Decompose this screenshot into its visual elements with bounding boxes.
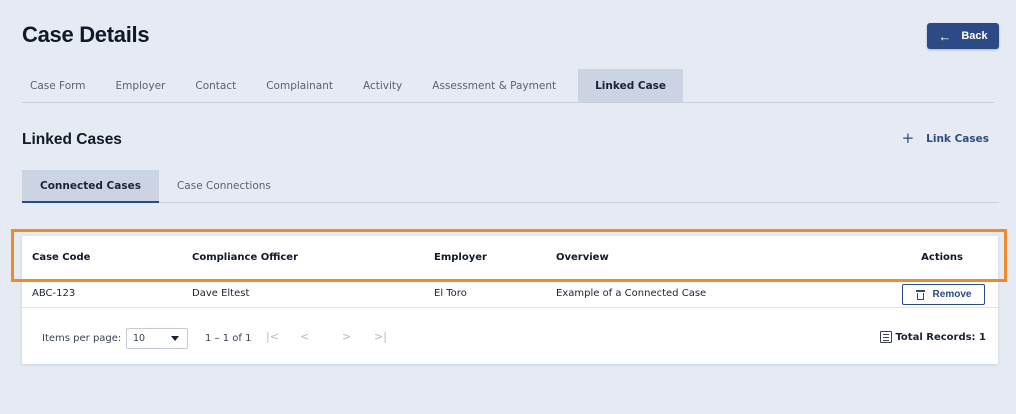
tab-activity[interactable]: Activity [355,69,410,102]
first-page-button[interactable]: |< [266,330,279,343]
tab-connected-cases[interactable]: Connected Cases [22,170,159,203]
tab-complainant[interactable]: Complainant [258,69,341,102]
pagination-range: 1 – 1 of 1 [205,333,252,344]
items-per-page-label: Items per page: [42,333,122,344]
tab-case-form[interactable]: Case Form [22,69,93,102]
case-tabs: Case Form Employer Contact Complainant A… [22,69,994,103]
cell-case-code: ABC-123 [32,288,76,299]
total-records: Total Records: 1 [880,331,986,343]
last-page-button[interactable]: >| [374,330,387,343]
column-header-case-code[interactable]: Case Code [32,252,90,263]
tab-employer[interactable]: Employer [107,69,173,102]
link-cases-button[interactable]: + Link Cases [902,131,989,146]
items-per-page-value: 10 [133,333,146,344]
link-cases-label: Link Cases [926,132,989,145]
cell-compliance-officer: Dave Eltest [192,288,250,299]
page-title: Case Details [22,22,150,47]
column-header-compliance-officer[interactable]: Compliance Officer [192,252,298,263]
tab-case-connections[interactable]: Case Connections [159,170,289,202]
table-row: ABC-123 Dave Eltest El Toro Example of a… [22,280,998,308]
items-per-page-select[interactable]: 10 [126,328,188,349]
total-records-label: Total Records: 1 [895,331,986,343]
list-icon [880,331,893,343]
linked-cases-table: Case Code Compliance Officer Employer Ov… [22,236,998,364]
table-header: Case Code Compliance Officer Employer Ov… [22,236,998,280]
remove-button[interactable]: Remove [902,284,985,305]
cell-employer: El Toro [434,288,467,299]
column-header-overview[interactable]: Overview [556,252,609,263]
plus-icon: + [901,129,915,147]
table-pagination: Items per page: 10 1 – 1 of 1 |< < > >| … [22,308,998,364]
cell-overview: Example of a Connected Case [556,288,707,299]
remove-button-label: Remove [932,289,972,300]
tab-linked-case[interactable]: Linked Case [578,69,684,102]
trash-icon [915,289,925,300]
next-page-button[interactable]: > [342,330,351,343]
column-header-actions: Actions [921,252,963,263]
column-header-employer[interactable]: Employer [434,252,487,263]
section-title: Linked Cases [22,131,122,148]
tab-contact[interactable]: Contact [187,69,244,102]
previous-page-button[interactable]: < [300,330,309,343]
chevron-down-icon [171,336,179,341]
back-button[interactable]: ← Back [927,23,999,49]
case-details-page: Case Details ← Back Case Form Employer C… [0,0,1016,414]
arrow-left-icon: ← [938,28,952,44]
back-button-label: Back [961,30,988,42]
linked-case-subtabs: Connected Cases Case Connections [22,170,999,203]
tab-assessment-payment[interactable]: Assessment & Payment [424,69,564,102]
